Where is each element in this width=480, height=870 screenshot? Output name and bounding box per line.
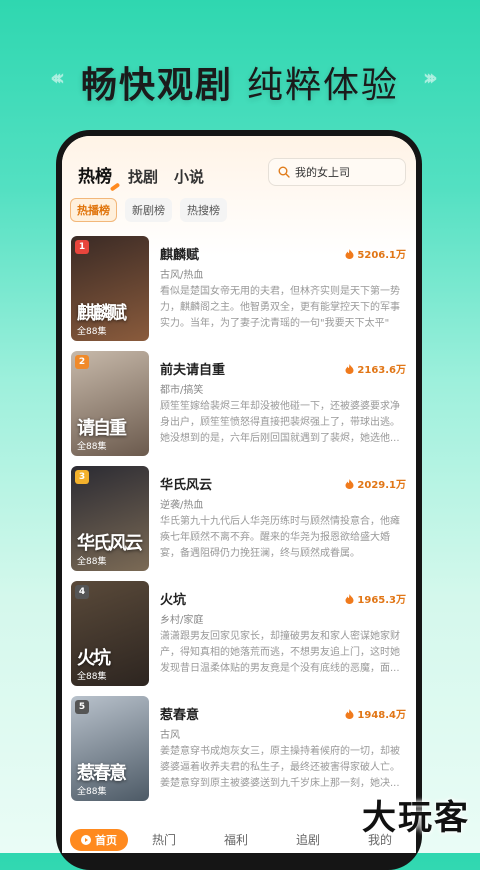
watermark-logo: 大玩客 bbox=[362, 798, 470, 838]
drama-tags: 古风 bbox=[160, 730, 180, 741]
drama-tags: 古风/热血 bbox=[160, 270, 204, 281]
nav-following[interactable]: 追剧 bbox=[272, 831, 344, 848]
list-item[interactable]: 2 请自重 全88集 前夫请自重 2163.6万 都市/搞笑 顾笙笙嫁给裴烬三年… bbox=[62, 351, 416, 466]
flame-icon bbox=[345, 708, 354, 719]
headline-part2: 纯粹体验 bbox=[247, 65, 400, 106]
phone-screen: 热榜 找剧 小说 我的女上司 热播榜 新剧榜 热搜榜 1 麒麟赋 全88集 麒麟… bbox=[62, 136, 416, 853]
promo-headline: 畅快观剧 纯粹体验 bbox=[0, 56, 480, 108]
drama-title[interactable]: 华氏风云 bbox=[160, 474, 212, 493]
episode-count: 全88集 bbox=[77, 442, 107, 452]
drama-poster[interactable]: 5 惹春意 全88集 bbox=[71, 696, 149, 801]
drama-tags: 都市/搞笑 bbox=[160, 385, 204, 396]
subtab-new[interactable]: 新剧榜 bbox=[125, 198, 172, 222]
drama-poster[interactable]: 4 火坑 全88集 bbox=[71, 581, 149, 686]
heat-score: 2029.1万 bbox=[345, 476, 406, 491]
heat-value: 1948.4万 bbox=[357, 710, 406, 721]
subtab-trending[interactable]: 热播榜 bbox=[70, 198, 117, 222]
poster-title: 麒麟赋 bbox=[77, 303, 127, 324]
drama-tags: 乡村/家庭 bbox=[160, 615, 204, 626]
drama-description: 看似是楚国女帝无用的夫君，但林齐实则是天下第一势力，麒麟阁之主。他智勇双全，更有… bbox=[160, 286, 400, 329]
flame-icon bbox=[345, 478, 354, 489]
heat-score: 5206.1万 bbox=[345, 246, 406, 261]
tab-novel[interactable]: 小说 bbox=[174, 166, 204, 187]
poster-title: 火坑 bbox=[77, 648, 111, 669]
headline-part1: 畅快观剧 bbox=[80, 65, 233, 106]
list-item[interactable]: 3 华氏风云 全88集 华氏风云 2029.1万 逆袭/热血 华氏第九十九代后人… bbox=[62, 466, 416, 581]
episode-count: 全88集 bbox=[77, 672, 107, 682]
poster-title: 请自重 bbox=[77, 418, 127, 439]
rank-badge: 3 bbox=[75, 470, 89, 484]
drama-poster[interactable]: 1 麒麟赋 全88集 bbox=[71, 236, 149, 341]
subtab-hot-search[interactable]: 热搜榜 bbox=[180, 198, 227, 222]
top-nav: 热榜 找剧 小说 bbox=[78, 162, 204, 187]
drama-description: 华氏第九十九代后人华尧历练时与顾然情投意合，他瘫痪七年顾然不离不弃。醒来的华尧为… bbox=[160, 516, 400, 559]
search-input[interactable]: 我的女上司 bbox=[268, 158, 406, 186]
heat-value: 2163.6万 bbox=[357, 365, 406, 376]
flame-icon bbox=[345, 248, 354, 259]
nav-home-label: 首页 bbox=[95, 833, 117, 847]
rank-badge: 4 bbox=[75, 585, 89, 599]
flame-icon bbox=[345, 363, 354, 374]
rank-badge: 5 bbox=[75, 700, 89, 714]
nav-home-button[interactable]: 首页 bbox=[70, 828, 128, 851]
drama-list: 1 麒麟赋 全88集 麒麟赋 5206.1万 古风/热血 看似是楚国女帝无用的夫… bbox=[62, 236, 416, 811]
drama-title[interactable]: 火坑 bbox=[160, 589, 186, 608]
search-icon bbox=[278, 166, 290, 178]
poster-title: 华氏风云 bbox=[77, 533, 143, 554]
search-text: 我的女上司 bbox=[295, 166, 350, 179]
episode-count: 全88集 bbox=[77, 557, 107, 567]
list-item[interactable]: 1 麒麟赋 全88集 麒麟赋 5206.1万 古风/热血 看似是楚国女帝无用的夫… bbox=[62, 236, 416, 351]
play-icon bbox=[81, 834, 91, 845]
flame-icon bbox=[345, 593, 354, 604]
list-item[interactable]: 4 火坑 全88集 火坑 1965.3万 乡村/家庭 潇潇跟男友回家见家长，却撞… bbox=[62, 581, 416, 696]
drama-tags: 逆袭/热血 bbox=[160, 500, 204, 511]
heat-score: 2163.6万 bbox=[345, 361, 406, 376]
drama-poster[interactable]: 2 请自重 全88集 bbox=[71, 351, 149, 456]
tab-find-drama[interactable]: 找剧 bbox=[128, 166, 158, 187]
drama-description: 顾笙笙嫁给裴烬三年却没被他碰一下，还被婆婆要求净身出户，顾笙笙愤怒得直接把裴烬强… bbox=[160, 401, 400, 444]
sub-tabs: 热播榜 新剧榜 热搜榜 bbox=[70, 198, 227, 222]
poster-title: 惹春意 bbox=[77, 763, 127, 784]
heat-score: 1965.3万 bbox=[345, 591, 406, 606]
nav-hot[interactable]: 热门 bbox=[128, 831, 200, 848]
drama-poster[interactable]: 3 华氏风云 全88集 bbox=[71, 466, 149, 571]
drama-title[interactable]: 麒麟赋 bbox=[160, 244, 199, 263]
drama-title[interactable]: 前夫请自重 bbox=[160, 359, 225, 378]
drama-description: 姜楚意穿书成炮灰女三，原主操持着候府的一切，却被婆婆逼着收养夫君的私生子，最终还… bbox=[160, 746, 400, 789]
heat-value: 5206.1万 bbox=[357, 250, 406, 261]
heat-value: 2029.1万 bbox=[357, 480, 406, 491]
heat-score: 1948.4万 bbox=[345, 706, 406, 721]
drama-title[interactable]: 惹春意 bbox=[160, 704, 199, 723]
episode-count: 全88集 bbox=[77, 787, 107, 797]
episode-count: 全88集 bbox=[77, 327, 107, 337]
drama-description: 潇潇跟男友回家见家长，却撞破男友和家人密谋她家财产，得知真相的她落荒而逃，不想男… bbox=[160, 631, 400, 674]
tab-hot-list[interactable]: 热榜 bbox=[78, 162, 112, 187]
nav-welfare[interactable]: 福利 bbox=[200, 831, 272, 848]
rank-badge: 1 bbox=[75, 240, 89, 254]
rank-badge: 2 bbox=[75, 355, 89, 369]
heat-value: 1965.3万 bbox=[357, 595, 406, 606]
